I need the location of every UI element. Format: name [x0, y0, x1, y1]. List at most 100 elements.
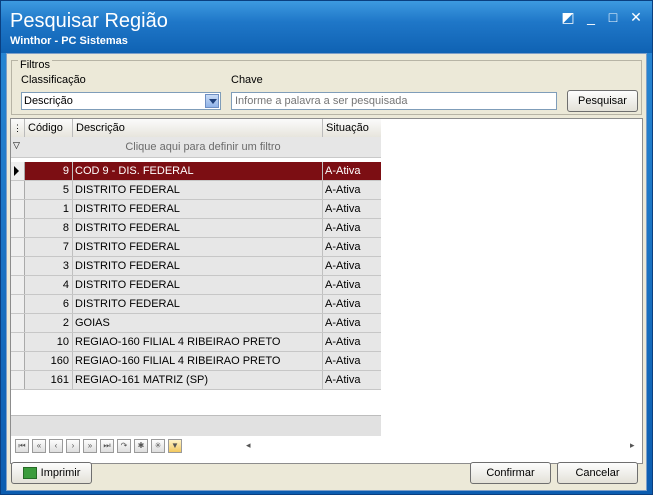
row-indicator[interactable]	[11, 314, 25, 332]
cell-situacao: A-Ativa	[325, 203, 361, 215]
chave-input[interactable]	[231, 92, 557, 110]
table-row[interactable]: 161 REGIAO-161 MATRIZ (SP) A-Ativa	[11, 371, 381, 390]
table-row[interactable]: 10 REGIAO-160 FILIAL 4 RIBEIRAO PRETO A-At…	[11, 333, 381, 352]
classificacao-select[interactable]: Descrição	[21, 92, 221, 110]
maximize-icon[interactable]: □	[605, 9, 621, 25]
cell-descricao: REGIAO-161 MATRIZ (SP)	[73, 371, 323, 389]
table-row[interactable]: 5 DISTRITO FEDERAL A-Ativa	[11, 181, 381, 200]
table-row[interactable]: 8 DISTRITO FEDERAL A-Ativa	[11, 219, 381, 238]
close-icon[interactable]: ✕	[628, 9, 644, 25]
cell-descricao: REGIAO-160 FILIAL 4 RIBEIRAO PRETO	[73, 333, 323, 351]
imprimir-label: Imprimir	[40, 467, 81, 479]
chave-label: Chave	[231, 74, 263, 86]
scroll-right-icon[interactable]: ▸	[630, 440, 635, 451]
bookmark-icon[interactable]: ✱	[134, 439, 148, 453]
cell-situacao: A-Ativa	[325, 222, 361, 234]
filter-row[interactable]: ▽ Clique aqui para definir um filtro	[11, 137, 381, 158]
table-row[interactable]: 3 DISTRITO FEDERAL A-Ativa	[11, 257, 381, 276]
scroll-left-icon[interactable]: ◂	[246, 440, 251, 451]
first-record-icon[interactable]: ⏮	[15, 439, 29, 453]
filter-icon[interactable]: ▼	[168, 439, 182, 453]
cell-situacao: A-Ativa	[325, 374, 361, 386]
refresh-icon[interactable]: ↷	[117, 439, 131, 453]
cell-situacao: A-Ativa	[325, 279, 361, 291]
title-bar[interactable]: Pesquisar Região Winthor - PC Sistemas ◩…	[1, 1, 652, 53]
action-bar: Imprimir Confirmar Cancelar	[7, 462, 648, 490]
cell-codigo: 161	[25, 371, 73, 389]
prev-record-icon[interactable]: ‹	[49, 439, 63, 453]
row-indicator[interactable]	[11, 257, 25, 275]
header-descricao[interactable]: Descrição	[73, 119, 323, 137]
table-row[interactable]: 4 DISTRITO FEDERAL A-Ativa	[11, 276, 381, 295]
restore-icon[interactable]: ◩	[560, 9, 576, 25]
cell-descricao: GOIAS	[73, 314, 323, 332]
header-codigo[interactable]: Código	[25, 119, 73, 137]
cell-codigo: 160	[25, 352, 73, 370]
row-indicator[interactable]	[11, 295, 25, 313]
header-situacao[interactable]: Situação	[323, 119, 381, 137]
row-indicator[interactable]	[11, 276, 25, 294]
cell-descricao: DISTRITO FEDERAL	[73, 219, 323, 237]
cell-situacao: A-Ativa	[325, 355, 361, 367]
cell-descricao: DISTRITO FEDERAL	[73, 200, 323, 218]
cancelar-button[interactable]: Cancelar	[557, 462, 638, 484]
minimize-icon[interactable]: _	[583, 9, 599, 25]
cell-descricao: DISTRITO FEDERAL	[73, 276, 323, 294]
cell-codigo: 10	[25, 333, 73, 351]
row-indicator[interactable]	[11, 200, 25, 218]
grid-header: ⋮ Código Descrição Situação	[11, 119, 381, 138]
classificacao-label: Classificação	[21, 74, 86, 86]
chevron-down-icon[interactable]	[205, 94, 219, 108]
row-indicator[interactable]	[11, 238, 25, 256]
classificacao-value: Descrição	[24, 95, 73, 107]
cell-codigo: 5	[25, 181, 73, 199]
cell-situacao: A-Ativa	[325, 317, 361, 329]
dialog-body: Filtros Classificação Descrição Chave Pe…	[6, 53, 647, 491]
cell-descricao: DISTRITO FEDERAL	[73, 181, 323, 199]
table-row[interactable]: 1 DISTRITO FEDERAL A-Ativa	[11, 200, 381, 219]
pesquisar-button[interactable]: Pesquisar	[567, 90, 638, 112]
row-indicator[interactable]	[11, 162, 25, 180]
cell-codigo: 6	[25, 295, 73, 313]
cell-situacao: A-Ativa	[325, 336, 361, 348]
table-row[interactable]: 2 GOIAS A-Ativa	[11, 314, 381, 333]
window-subtitle: Winthor - PC Sistemas	[10, 35, 128, 47]
grid-footer	[11, 415, 381, 436]
table-row[interactable]: 7 DISTRITO FEDERAL A-Ativa	[11, 238, 381, 257]
cell-situacao: A-Ativa	[325, 241, 361, 253]
cell-situacao: A-Ativa	[325, 260, 361, 272]
cell-situacao: A-Ativa	[325, 184, 361, 196]
row-indicator[interactable]	[11, 219, 25, 237]
row-indicator[interactable]	[11, 352, 25, 370]
row-indicator[interactable]	[11, 181, 25, 199]
grid-navigator: ⏮ « ‹ › » ⏭ ↷ ✱ ✳ ▼ ◂ ▸	[10, 438, 643, 456]
printer-icon	[22, 467, 37, 480]
cell-situacao: A-Ativa	[325, 165, 361, 177]
table-row[interactable]: 160 REGIAO-160 FILIAL 4 RIBEIRAO PRETO A-A…	[11, 352, 381, 371]
cell-descricao: DISTRITO FEDERAL	[73, 257, 323, 275]
cell-codigo: 2	[25, 314, 73, 332]
filter-icon: ▽	[13, 140, 20, 150]
table-row[interactable]: 9 COD 9 - DIS. FEDERAL A-Ativa	[11, 162, 381, 181]
table-row[interactable]: 6 DISTRITO FEDERAL A-Ativa	[11, 295, 381, 314]
next-page-icon[interactable]: »	[83, 439, 97, 453]
grid-rows: 9 COD 9 - DIS. FEDERAL A-Ativa 5 DISTRITO FE…	[11, 162, 381, 390]
app-window: Pesquisar Região Winthor - PC Sistemas ◩…	[0, 0, 653, 495]
goto-bookmark-icon[interactable]: ✳	[151, 439, 165, 453]
cell-codigo: 3	[25, 257, 73, 275]
column-chooser-icon[interactable]: ⋮	[11, 119, 25, 137]
imprimir-button[interactable]: Imprimir	[11, 462, 92, 484]
cell-situacao: A-Ativa	[325, 298, 361, 310]
cell-descricao: COD 9 - DIS. FEDERAL	[73, 162, 323, 180]
cell-codigo: 9	[25, 162, 73, 180]
cell-codigo: 1	[25, 200, 73, 218]
prev-page-icon[interactable]: «	[32, 439, 46, 453]
cell-descricao: REGIAO-160 FILIAL 4 RIBEIRAO PRETO	[73, 352, 323, 370]
row-indicator[interactable]	[11, 371, 25, 389]
confirmar-button[interactable]: Confirmar	[470, 462, 551, 484]
current-row-icon	[14, 166, 19, 176]
row-indicator[interactable]	[11, 333, 25, 351]
last-record-icon[interactable]: ⏭	[100, 439, 114, 453]
next-record-icon[interactable]: ›	[66, 439, 80, 453]
window-title: Pesquisar Região	[10, 10, 168, 32]
